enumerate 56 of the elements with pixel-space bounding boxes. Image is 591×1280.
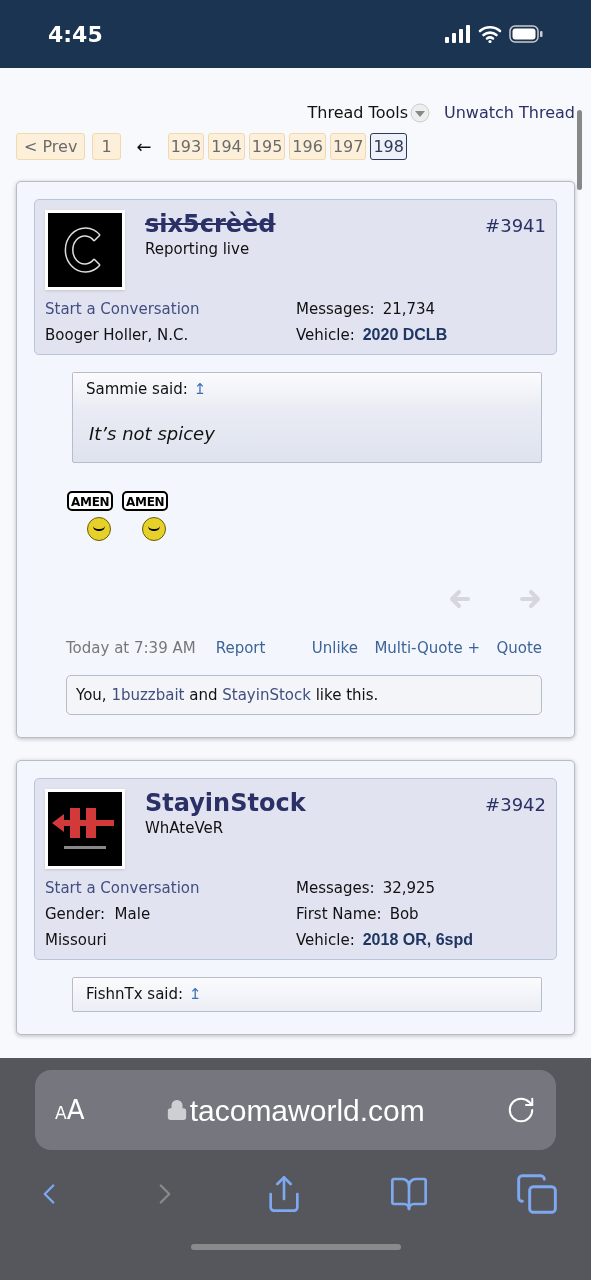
- post-action-link[interactable]: Unlike: [311, 636, 358, 659]
- quote-author: Sammie said:: [86, 379, 188, 400]
- dropdown-icon: [410, 103, 430, 123]
- battery-icon: [509, 25, 543, 43]
- post-action-link[interactable]: Multi-Quote +: [374, 636, 480, 659]
- reload-icon[interactable]: [506, 1095, 536, 1125]
- lock-icon: [165, 1097, 188, 1123]
- jump-to-quote-link[interactable]: ↥: [193, 378, 207, 401]
- start-conversation-link[interactable]: Start a Conversation: [45, 296, 200, 322]
- post-action-link[interactable]: Report: [215, 636, 266, 659]
- likes-text: You, 1buzzbait and StayinStock like this.: [76, 686, 379, 704]
- quote-author: FishnTx said:: [86, 984, 184, 1005]
- field-label: First Name:: [296, 904, 382, 925]
- field-value: Bob: [389, 904, 419, 925]
- username[interactable]: StayinStock: [145, 789, 306, 817]
- field-label: Vehicle:: [296, 325, 355, 346]
- user-field: Gender: Male: [45, 901, 151, 927]
- username[interactable]: six5crèèd: [145, 210, 276, 238]
- page-button[interactable]: 193: [167, 133, 205, 160]
- field-label: Vehicle:: [296, 930, 355, 951]
- wifi-icon: [478, 25, 502, 43]
- post-date: Today at 7:39 AM: [66, 637, 196, 659]
- page-gap-arrow: ←: [136, 135, 152, 159]
- user-link[interactable]: StayinStock: [222, 686, 311, 704]
- signal-icon: [445, 25, 471, 43]
- user-title: Reporting live: [145, 239, 250, 260]
- post-action-link[interactable]: Quote: [496, 636, 542, 659]
- unwatch-thread-link[interactable]: Unwatch Thread: [444, 101, 575, 125]
- url-text: tacomaworld.com: [189, 1092, 425, 1129]
- page-button[interactable]: 196: [289, 133, 326, 160]
- page-button[interactable]: 195: [248, 133, 286, 160]
- field-value: 21,734: [382, 299, 436, 320]
- text-size-button[interactable]: AA: [55, 1090, 85, 1130]
- start-conversation-link[interactable]: Start a Conversation: [45, 875, 200, 901]
- page-button[interactable]: 194: [208, 133, 245, 160]
- user-field: Missouri: [45, 927, 107, 953]
- tabs-icon[interactable]: [515, 1172, 559, 1216]
- field-value: 2020 DCLB: [362, 325, 448, 345]
- field-value: 32,925: [382, 878, 436, 899]
- field-value: 2018 OR, 6spd: [362, 930, 473, 950]
- clock-time: 4:45: [48, 20, 103, 49]
- jump-to-quote-link[interactable]: ↥: [189, 983, 202, 1006]
- user-link[interactable]: 1buzzbait: [111, 686, 185, 704]
- user-title: WhAteVeR: [145, 818, 224, 839]
- post-number[interactable]: #3942: [485, 791, 546, 818]
- prev-page-button[interactable]: < Prev: [16, 133, 86, 160]
- thread-tools-menu[interactable]: Thread Tools: [307, 101, 430, 125]
- post-number[interactable]: #3941: [485, 212, 546, 239]
- field-label: Messages:: [296, 299, 375, 320]
- quote-text: It’s not spicey: [89, 422, 215, 444]
- page-button[interactable]: 1: [92, 133, 121, 160]
- page-button[interactable]: 197: [329, 133, 367, 160]
- field-label: Messages:: [296, 878, 375, 899]
- page-button[interactable]: 198: [370, 133, 407, 160]
- user-field: Booger Holler, N.C.: [45, 322, 189, 348]
- address-bar[interactable]: AA tacomaworld.com: [35, 1070, 556, 1150]
